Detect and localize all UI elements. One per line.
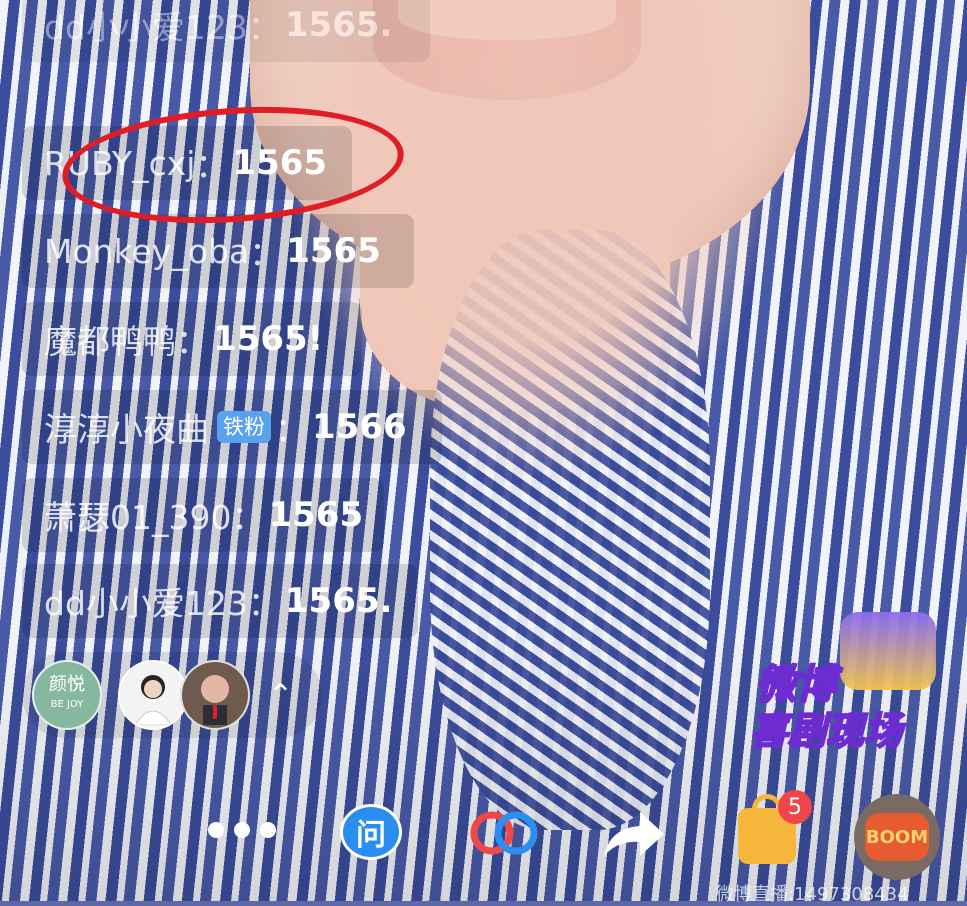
fan-badge: 铁粉 — [217, 411, 271, 443]
comment-message: 1565. — [284, 581, 393, 621]
viewer-avatars[interactable]: 颜悦 BE JOY ⌃ — [22, 652, 322, 738]
comment-separator: ： — [275, 410, 308, 449]
comment-separator: ： — [247, 8, 281, 47]
ask-button[interactable]: 问 — [340, 804, 402, 860]
comment-message: 1565 — [268, 495, 364, 535]
comment-row[interactable]: dd小小爱123： 1565. — [22, 564, 418, 638]
avatar[interactable]: 颜悦 BE JOY — [32, 660, 102, 730]
share-arrow-icon[interactable] — [600, 806, 668, 862]
comment-user[interactable]: 魔都鸭鸭 — [44, 315, 176, 363]
comment-row[interactable]: 萧瑟01_390： 1565 — [22, 478, 384, 552]
comment-separator: ： — [249, 234, 283, 273]
comment-message: 1565! — [213, 319, 324, 359]
comment-row[interactable]: 魔都鸭鸭： 1565! — [22, 302, 362, 376]
comment-user[interactable]: dd小小爱123 — [44, 1, 248, 49]
comment-message: 1565. — [284, 5, 393, 45]
more-dots-icon[interactable] — [208, 822, 276, 838]
avatar-label-bottom: BE JOY — [50, 699, 84, 710]
comment-user[interactable]: dd小小爱123 — [44, 577, 248, 625]
brand-logo: 微博 喜剧现场 — [748, 612, 948, 754]
link-icon[interactable] — [466, 808, 542, 858]
boom-gift-label: BOOM — [865, 813, 929, 861]
bottom-toolbar: 问 5 BOOM 微博直播:1497308434 — [0, 770, 967, 905]
cart-count-badge: 5 — [778, 790, 812, 824]
comment-separator: ： — [247, 584, 281, 623]
comment-message: 1565 — [286, 231, 381, 271]
comment-separator: ： — [176, 322, 209, 361]
avatar-label-top: 颜悦 — [49, 674, 85, 695]
comment-separator: ： — [231, 498, 265, 537]
gift-button[interactable]: BOOM — [854, 794, 940, 880]
comment-user[interactable]: 淳淳小夜曲 — [44, 403, 209, 451]
comment-row[interactable]: 淳淳小夜曲 铁粉： 1566 — [22, 390, 442, 464]
live-room-id: 微博直播:1497308434 — [716, 884, 909, 905]
person-icon — [134, 675, 172, 725]
avatar[interactable] — [118, 660, 188, 730]
mascot-icon — [840, 612, 936, 690]
comment-user[interactable]: Monkey_oba — [44, 232, 249, 271]
comment-user[interactable]: 萧瑟01_390 — [44, 491, 231, 539]
comment-message: 1566 — [312, 407, 407, 447]
person-icon — [201, 675, 229, 725]
brand-line2: 喜剧现场 — [749, 708, 903, 754]
chevron-up-icon[interactable]: ⌃ — [268, 678, 293, 713]
comment-row[interactable]: dd小小爱123： 1565. — [22, 0, 430, 62]
avatar[interactable] — [180, 660, 250, 730]
comment-row[interactable]: Monkey_oba： 1565 — [22, 214, 414, 288]
